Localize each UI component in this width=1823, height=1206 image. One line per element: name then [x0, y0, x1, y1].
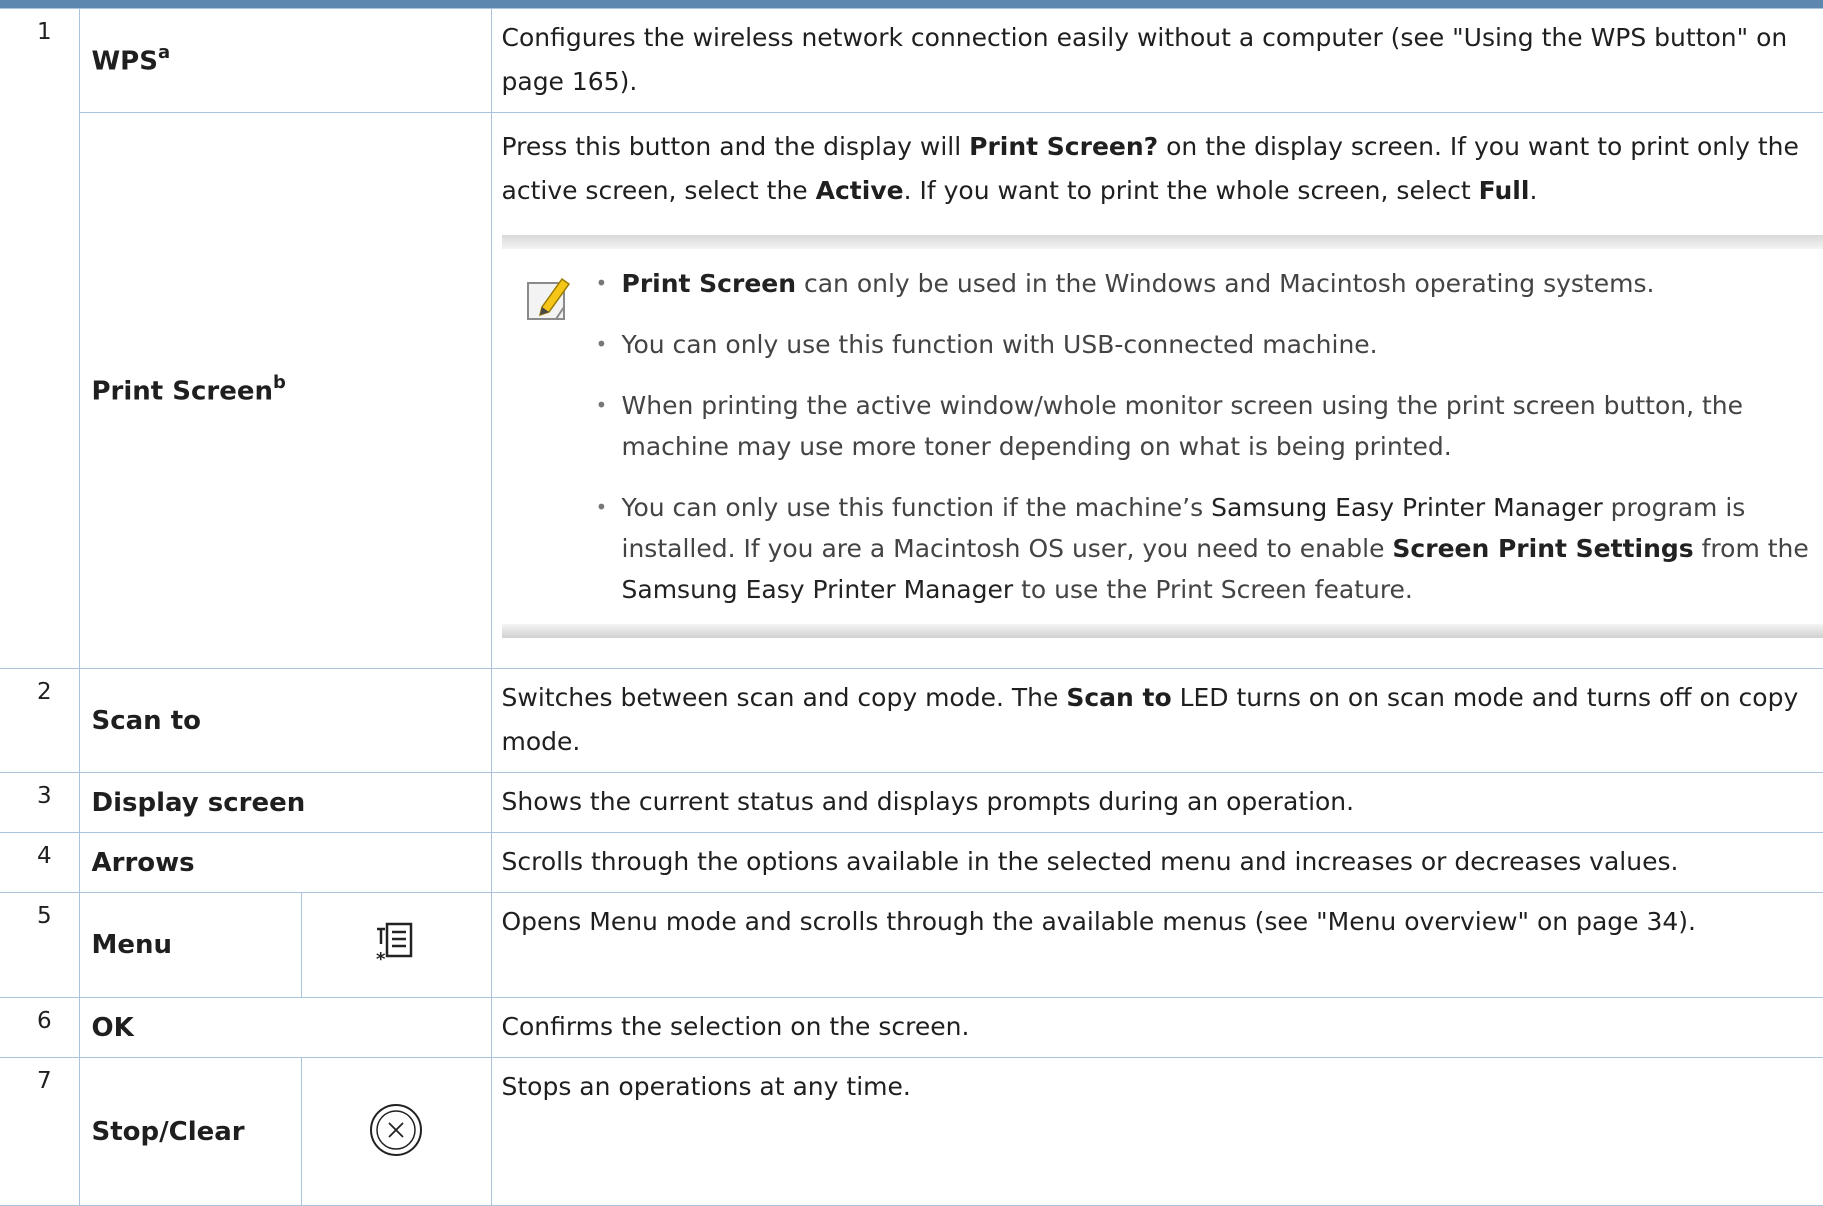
table-row: 4 Arrows Scrolls through the options ava…: [0, 833, 1823, 893]
item-description: Switches between scan and copy mode. The…: [491, 669, 1823, 773]
note-top-bar: [502, 235, 1823, 249]
row-number: 7: [0, 1058, 79, 1206]
item-name: Display screen: [79, 773, 491, 833]
table-top-rule: [0, 0, 1823, 8]
row-number: 5: [0, 893, 79, 998]
item-description: Shows the current status and displays pr…: [491, 773, 1823, 833]
stop-clear-icon: [368, 1102, 424, 1158]
note-box: Print Screen can only be used in the Win…: [502, 235, 1823, 638]
row-number: 1: [0, 9, 79, 669]
print-screen-intro: Press this button and the display will P…: [502, 125, 1814, 213]
row-number: 2: [0, 669, 79, 773]
row-number: 6: [0, 998, 79, 1058]
note-pencil-icon: [524, 273, 576, 325]
footnote-marker: b: [273, 372, 286, 393]
item-icon-cell: [301, 1058, 491, 1206]
row-number: 4: [0, 833, 79, 893]
item-name: Stop/Clear: [79, 1058, 301, 1206]
table-row: 6 OK Confirms the selection on the scree…: [0, 998, 1823, 1058]
footnote-marker: a: [158, 42, 170, 63]
table-row: 5 Menu * Opens Menu mode and scrolls thr…: [0, 893, 1823, 998]
item-name: WPSa: [79, 9, 491, 113]
item-name: Arrows: [79, 833, 491, 893]
item-name: OK: [79, 998, 491, 1058]
item-description: Confirms the selection on the screen.: [491, 998, 1823, 1058]
note-bottom-bar: [502, 624, 1823, 638]
item-description: Scrolls through the options available in…: [491, 833, 1823, 893]
note-list: Print Screen can only be used in the Win…: [622, 263, 1814, 610]
item-name: Print Screenb: [79, 113, 491, 669]
item-description: Press this button and the display will P…: [491, 113, 1823, 669]
table-row: 7 Stop/Clear Stops an operations at any …: [0, 1058, 1823, 1206]
list-item: When printing the active window/whole mo…: [622, 385, 1814, 467]
item-name: Scan to: [79, 669, 491, 773]
item-description: Stops an operations at any time.: [491, 1058, 1823, 1206]
table-row: 1 WPSa Configures the wireless network c…: [0, 9, 1823, 113]
list-item: You can only use this function if the ma…: [622, 487, 1814, 610]
control-panel-table: 1 WPSa Configures the wireless network c…: [0, 8, 1823, 1206]
table-row: 3 Display screen Shows the current statu…: [0, 773, 1823, 833]
item-name: Menu: [79, 893, 301, 998]
svg-text:*: *: [376, 949, 386, 966]
note-body: Print Screen can only be used in the Win…: [502, 249, 1823, 624]
list-item: Print Screen can only be used in the Win…: [622, 263, 1814, 304]
item-description: Configures the wireless network connecti…: [491, 9, 1823, 113]
table-row: Print Screenb Press this button and the …: [0, 113, 1823, 669]
row-number: 3: [0, 773, 79, 833]
table-row: 2 Scan to Switches between scan and copy…: [0, 669, 1823, 773]
item-icon-cell: *: [301, 893, 491, 998]
menu-icon: *: [374, 920, 418, 966]
list-item: You can only use this function with USB-…: [622, 324, 1814, 365]
item-description: Opens Menu mode and scrolls through the …: [491, 893, 1823, 998]
